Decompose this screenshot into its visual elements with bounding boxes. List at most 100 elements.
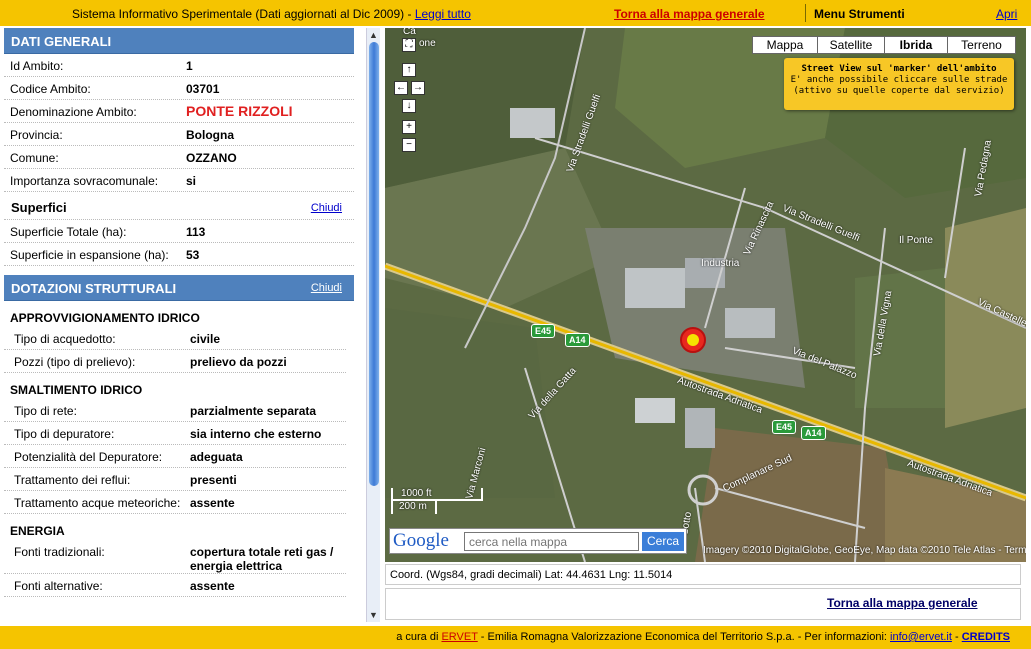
field-label: Trattamento acque meteoriche: xyxy=(14,496,181,510)
google-logo: Google xyxy=(393,530,449,551)
pan-right-icon[interactable]: → xyxy=(411,81,425,95)
map-label: Ca xyxy=(403,28,416,37)
superfici-chiudi-link[interactable]: Chiudi xyxy=(311,202,342,214)
field-value: prelievo da pozzi xyxy=(190,355,287,369)
footer-separator: - xyxy=(951,631,962,643)
dotazioni-header: DOTAZIONI STRUTTURALI Chiudi xyxy=(4,275,354,301)
cerca-button[interactable]: Cerca xyxy=(642,532,684,551)
field-row: Denominazione Ambito: PONTE RIZZOLI xyxy=(4,100,354,123)
field-label: Potenzialità del Depuratore: xyxy=(14,450,163,464)
field-row: Fonti tradizionali: copertura totale reti… xyxy=(4,540,346,574)
fullscreen-icon[interactable]: ⛶ xyxy=(402,38,416,52)
category-title: SMALTIMENTO IDRICO xyxy=(10,383,143,397)
field-row: Trattamento acque meteoriche: assente xyxy=(4,491,346,514)
info-label: Sistema Informativo Sperimentale (Dati a… xyxy=(72,7,415,21)
field-label: Superficie Totale (ha): xyxy=(10,225,127,239)
field-label: Pozzi (tipo di prelievo): xyxy=(14,355,136,369)
email-link[interactable]: info@ervet.it xyxy=(890,631,952,643)
torna-mappa-link-bottom[interactable]: Torna alla mappa generale xyxy=(827,596,978,610)
map-label: one xyxy=(419,38,436,49)
field-value: assente xyxy=(190,496,235,510)
menu-strumenti-label: Menu Strumenti xyxy=(814,7,905,21)
field-label: Codice Ambito: xyxy=(10,82,91,96)
map-type-terreno-button[interactable]: Terreno xyxy=(947,36,1016,54)
field-row: Tipo di depuratore: sia interno che ester… xyxy=(4,422,346,445)
map-scale: 1000 ft 200 m xyxy=(391,488,483,514)
field-value: copertura totale reti gas / energia elet… xyxy=(190,545,334,573)
field-value: parzialmente separata xyxy=(190,404,317,418)
field-value: 1 xyxy=(186,59,193,73)
top-bar: Sistema Informativo Sperimentale (Dati a… xyxy=(0,0,1031,26)
zoom-in-icon[interactable]: + xyxy=(402,120,416,134)
field-label: Fonti alternative: xyxy=(14,579,103,593)
footer: a cura di ERVET - Emilia Romagna Valoriz… xyxy=(0,626,1031,649)
field-value: presenti xyxy=(190,473,237,487)
superfici-header: Superfici Chiudi xyxy=(4,192,354,220)
highway-shield: E45 xyxy=(531,324,556,338)
field-row: Provincia: Bologna xyxy=(4,123,354,146)
credits-link[interactable]: CREDITS xyxy=(962,631,1010,643)
map-view[interactable]: Mappa Satellite Ibrida Terreno Street Vi… xyxy=(385,28,1026,562)
field-row: Tipo di acquedotto: civile xyxy=(4,327,346,350)
field-label: Tipo di rete: xyxy=(14,404,77,418)
field-row: Id Ambito: 1 xyxy=(4,54,354,77)
field-label: Fonti tradizionali: xyxy=(14,545,105,559)
scroll-down-arrow-icon[interactable]: ▼ xyxy=(369,610,378,620)
field-row: Trattamento dei reflui: presenti xyxy=(4,468,346,491)
ervet-link[interactable]: ERVET xyxy=(441,631,477,643)
info-panel: DATI GENERALI Id Ambito: 1 Codice Ambito:… xyxy=(4,28,354,622)
pan-left-icon[interactable]: ← xyxy=(394,81,408,95)
map-type-mappa-button[interactable]: Mappa xyxy=(752,36,818,54)
scale-ft: 1000 ft xyxy=(391,488,483,501)
field-label: Tipo di acquedotto: xyxy=(14,332,116,346)
pan-down-icon[interactable]: ↓ xyxy=(402,99,416,113)
highway-shield: E45 xyxy=(772,420,797,434)
ambito-marker-icon[interactable] xyxy=(678,325,708,355)
map-type-ibrida-button[interactable]: Ibrida xyxy=(884,36,948,54)
field-row: Superficie Totale (ha): 113 xyxy=(4,220,354,243)
ambito-name-value: PONTE RIZZOLI xyxy=(186,103,293,119)
bottom-link-box: Torna alla mappa generale xyxy=(385,588,1021,620)
map-type-satellite-button[interactable]: Satellite xyxy=(817,36,885,54)
apri-link[interactable]: Apri xyxy=(996,7,1017,21)
scroll-up-arrow-icon[interactable]: ▲ xyxy=(369,30,378,40)
google-search-bar: Google Cerca xyxy=(389,528,687,554)
pan-up-icon[interactable]: ↑ xyxy=(402,63,416,77)
torna-mappa-link[interactable]: Torna alla mappa generale xyxy=(614,7,765,21)
street-view-box: Street View sul 'marker' dell'ambito E' … xyxy=(784,58,1014,110)
field-row: Tipo di rete: parzialmente separata xyxy=(4,399,346,422)
field-value: 113 xyxy=(186,225,206,239)
category-heading: SMALTIMENTO IDRICO xyxy=(4,373,354,399)
footer-text: - Emilia Romagna Valorizzazione Economic… xyxy=(477,631,891,643)
google-logo-text: Google xyxy=(393,530,449,551)
field-label: Superficie in espansione (ha): xyxy=(10,248,169,262)
scrollbar-thumb[interactable] xyxy=(369,42,379,486)
map-label: Il Ponte xyxy=(899,235,933,246)
field-value: sia interno che esterno xyxy=(190,427,322,441)
dati-generali-header: DATI GENERALI xyxy=(4,28,354,54)
field-label: Id Ambito: xyxy=(10,59,64,73)
field-label: Trattamento dei reflui: xyxy=(14,473,131,487)
dotazioni-chiudi-link[interactable]: Chiudi xyxy=(311,282,342,294)
coordinates-readout: Coord. (Wgs84, gradi decimali) Lat: 44.4… xyxy=(385,564,1021,585)
street-view-hint: E' anche possibile cliccare sulle strade xyxy=(790,75,1008,85)
zoom-out-icon[interactable]: − xyxy=(402,138,416,152)
field-row: Superficie in espansione (ha): 53 xyxy=(4,243,354,266)
leggi-tutto-link[interactable]: Leggi tutto xyxy=(415,7,471,21)
street-view-title: Street View sul 'marker' dell'ambito xyxy=(801,64,997,74)
category-title: ENERGIA xyxy=(10,524,65,538)
field-row: Potenzialità del Depuratore: adeguata xyxy=(4,445,346,468)
panel-scrollbar[interactable]: ▲ ▼ xyxy=(366,28,380,622)
map-search-input[interactable] xyxy=(464,532,639,551)
street-view-note: (attivo su quelle coperte dal servizio) xyxy=(793,86,1005,96)
footer-text: a cura di xyxy=(396,631,442,643)
field-row: Pozzi (tipo di prelievo): prelievo da poz… xyxy=(4,350,346,373)
field-row: Codice Ambito: 03701 xyxy=(4,77,354,100)
field-row: Comune: OZZANO xyxy=(4,146,354,169)
field-row: Fonti alternative: assente xyxy=(4,574,346,597)
divider xyxy=(805,4,806,22)
category-heading: APPROVVIGIONAMENTO IDRICO xyxy=(4,301,354,327)
category-title: APPROVVIGIONAMENTO IDRICO xyxy=(10,311,200,325)
field-value: 53 xyxy=(186,248,200,262)
field-value: civile xyxy=(190,332,221,346)
